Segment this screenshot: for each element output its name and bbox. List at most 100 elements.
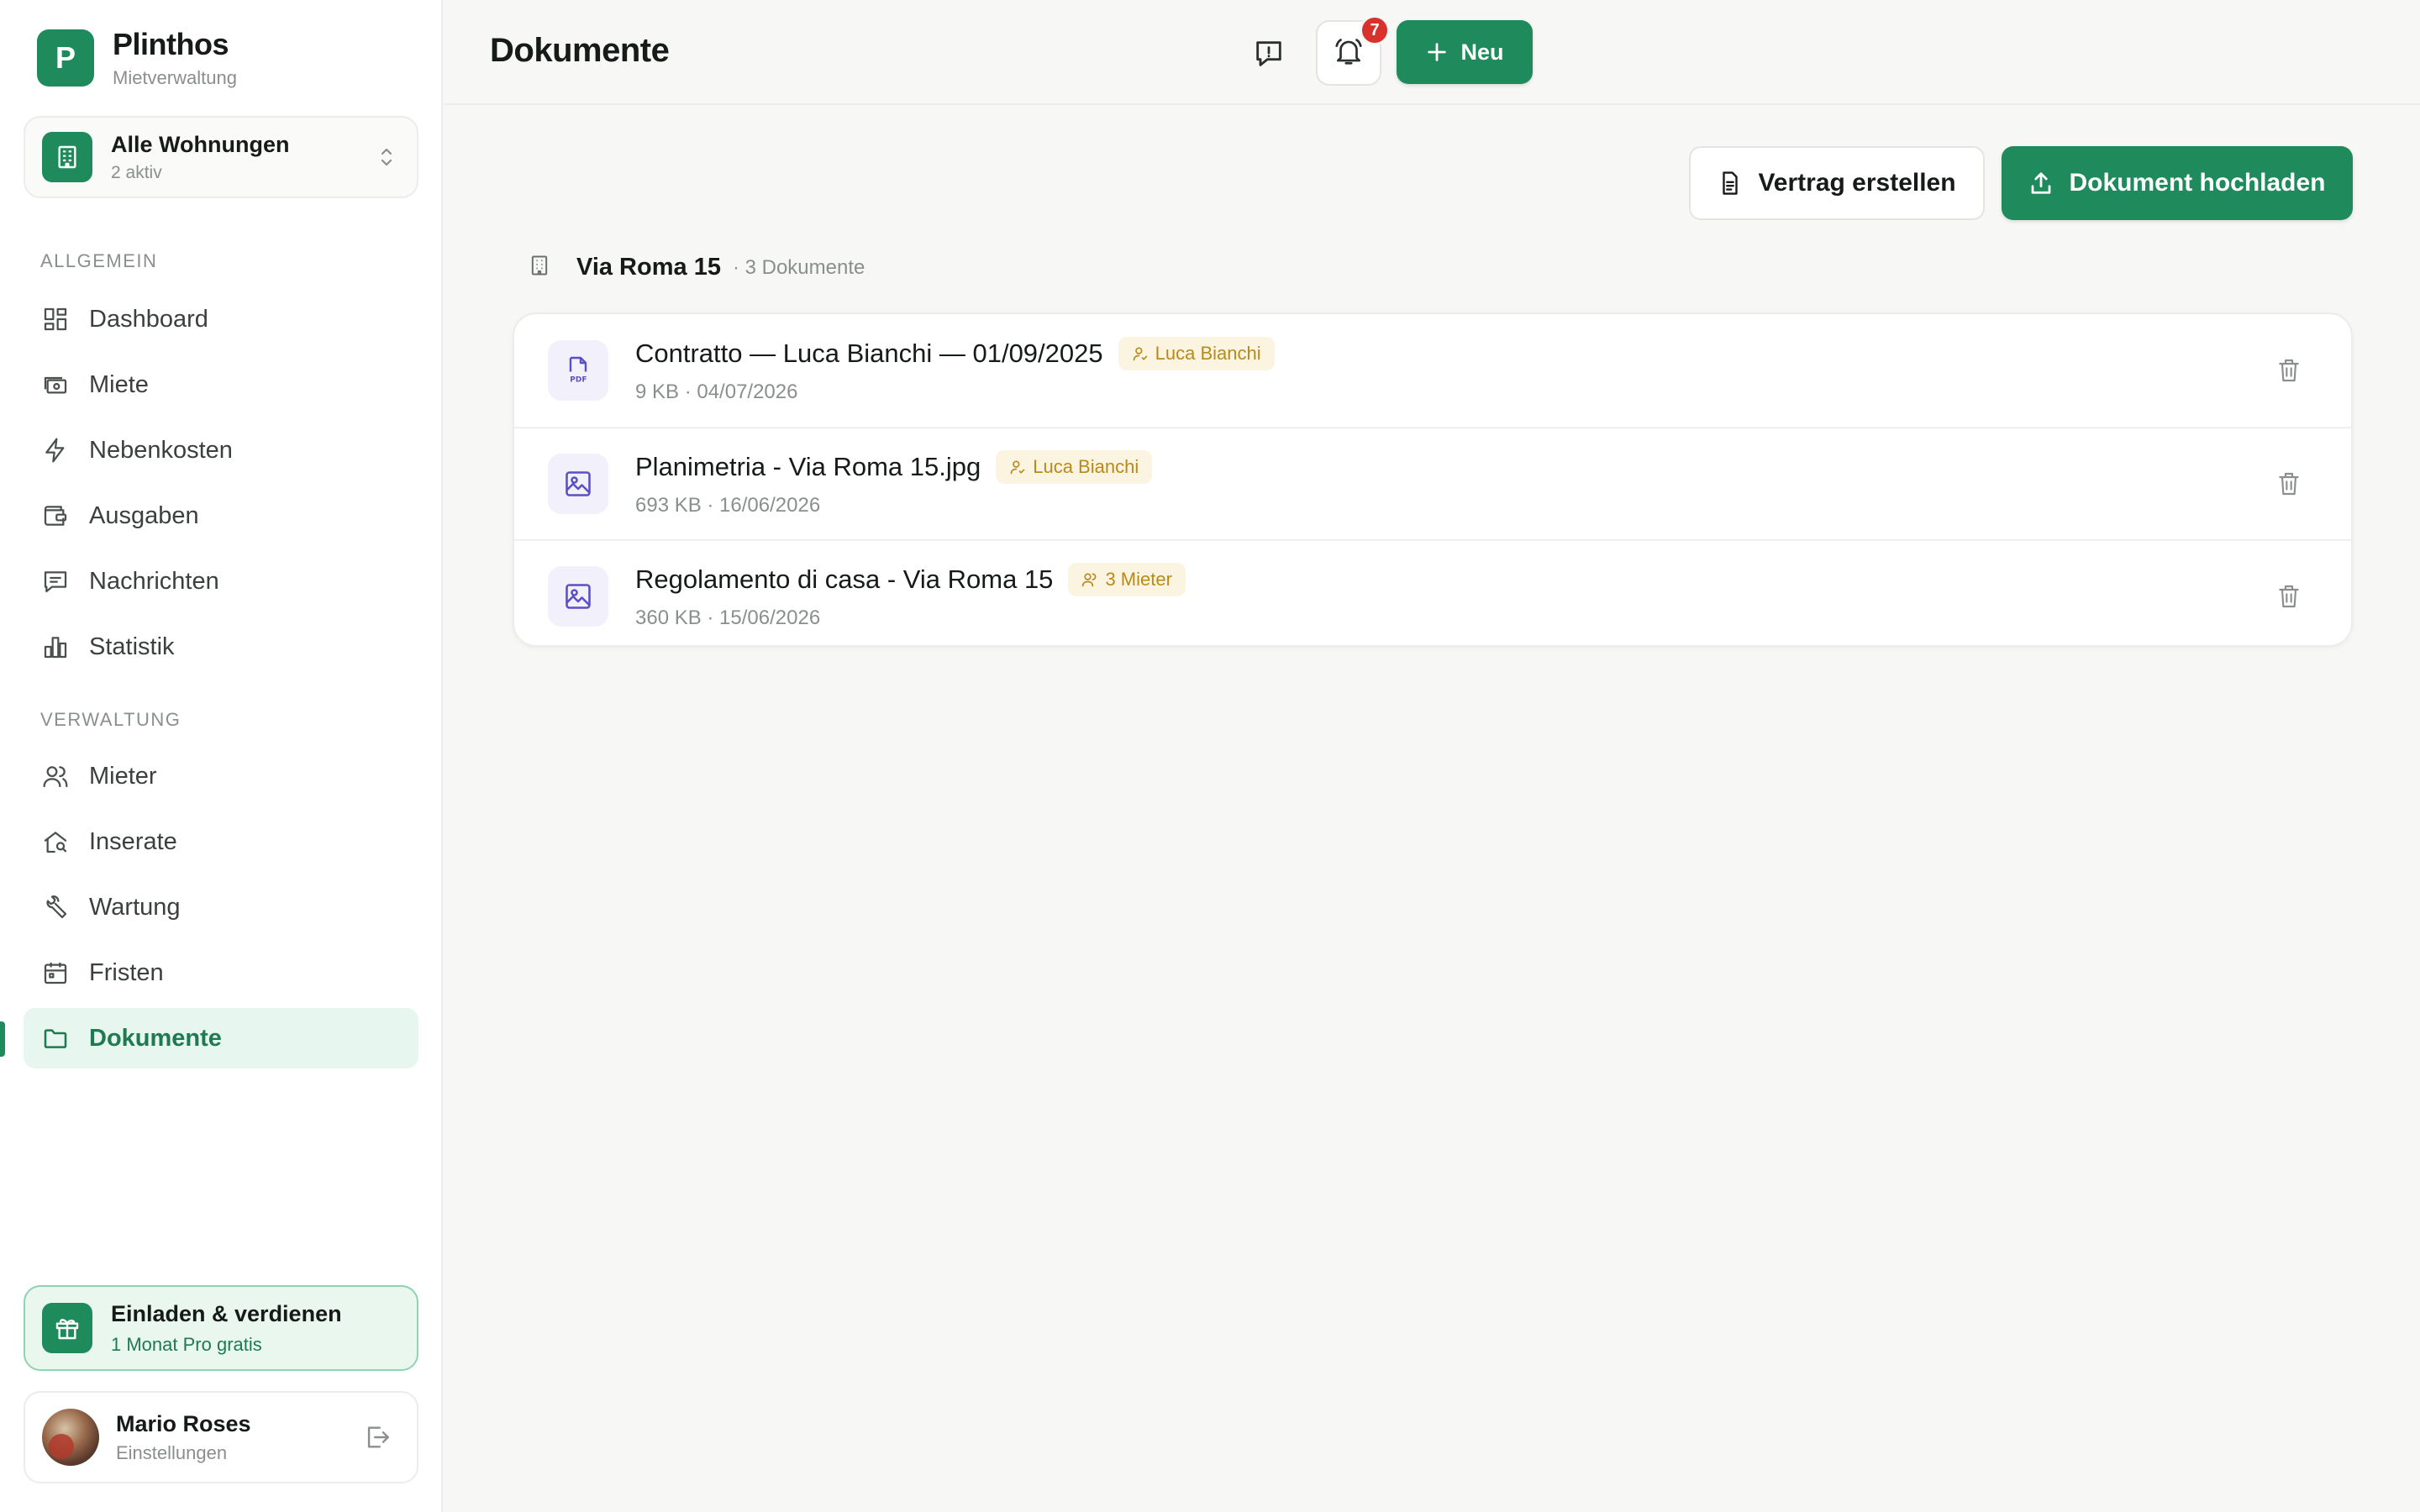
invite-subtitle: 1 Monat Pro gratis <box>111 1333 262 1355</box>
sidebar-item-dashboard[interactable]: Dashboard <box>24 289 418 349</box>
users-icon <box>40 761 71 791</box>
document-meta: 693 KB · 16/06/2026 <box>635 494 821 517</box>
document-name[interactable]: Planimetria - Via Roma 15.jpg <box>635 452 981 482</box>
logout-icon[interactable] <box>363 1423 392 1452</box>
tenant-tag: Luca Bianchi <box>996 450 1153 484</box>
document-row[interactable]: Regolamento di casa - Via Roma 15 3 Miet… <box>514 539 2351 645</box>
trash-icon[interactable] <box>2275 583 2302 610</box>
upload-document-button[interactable]: Dokument hochladen <box>2002 146 2353 220</box>
tenant-tag-label: 3 Mieter <box>1105 569 1172 590</box>
sidebar-item-fristen[interactable]: Fristen <box>24 942 418 1003</box>
trash-icon[interactable] <box>2275 470 2302 497</box>
svg-text:PDF: PDF <box>570 376 587 385</box>
sidebar-item-mieter[interactable]: Mieter <box>24 746 418 806</box>
create-contract-button[interactable]: Vertrag erstellen <box>1689 146 1985 220</box>
document-icon <box>1723 171 1739 195</box>
sidebar-item-ausgaben[interactable]: Ausgaben <box>24 486 418 546</box>
property-switcher[interactable]: Alle Wohnungen 2 aktiv <box>24 116 418 198</box>
section-label-allgemein: ALLGEMEIN <box>40 250 158 271</box>
document-name[interactable]: Contratto — Luca Bianchi — 01/09/2025 <box>635 339 1103 369</box>
sidebar-item-label: Wartung <box>89 893 181 921</box>
wrench-icon <box>40 892 71 922</box>
sidebar-item-dokumente[interactable]: Dokumente <box>24 1008 418 1068</box>
user-name: Mario Roses <box>116 1410 251 1436</box>
tenant-tag-label: Luca Bianchi <box>1033 456 1139 477</box>
tenant-tag-label: Luca Bianchi <box>1155 343 1261 364</box>
upload-document-label: Dokument hochladen <box>2069 169 2326 197</box>
sidebar-item-label: Miete <box>89 370 149 398</box>
page-title: Dokumente <box>490 32 670 69</box>
brand[interactable]: P Plinthos Mietverwaltung <box>37 27 237 89</box>
user-icon <box>1133 347 1147 361</box>
tenant-tag: Luca Bianchi <box>1118 337 1275 370</box>
pdf-file-icon: PDF <box>548 340 608 401</box>
users-icon <box>1082 573 1097 587</box>
brand-logo: P <box>37 29 94 87</box>
document-meta: 9 KB · 04/07/2026 <box>635 381 798 403</box>
property-switcher-title: Alle Wohnungen <box>111 131 290 157</box>
document-meta: 360 KB · 15/06/2026 <box>635 606 821 629</box>
document-row[interactable]: Planimetria - Via Roma 15.jpg Luca Bianc… <box>514 427 2351 539</box>
invite-title: Einladen & verdienen <box>111 1300 342 1326</box>
document-group-header: Via Roma 15 · 3 Dokumente <box>528 254 865 281</box>
sidebar-item-statistik[interactable]: Statistik <box>24 617 418 677</box>
brand-subtitle: Mietverwaltung <box>113 67 237 88</box>
user-card[interactable]: Mario Roses Einstellungen <box>24 1391 418 1483</box>
user-icon <box>1010 460 1025 475</box>
invite-card[interactable]: Einladen & verdienen 1 Monat Pro gratis <box>24 1285 418 1371</box>
group-count: · 3 Dokumente <box>732 255 865 279</box>
building-icon <box>42 132 92 182</box>
chevron-up-down-icon <box>376 144 397 170</box>
gift-icon <box>42 1303 92 1353</box>
create-contract-label: Vertrag erstellen <box>1758 169 1956 197</box>
trash-icon[interactable] <box>2275 357 2302 384</box>
bar-chart-icon <box>40 632 71 662</box>
sidebar-item-wartung[interactable]: Wartung <box>24 877 418 937</box>
tenant-tag: 3 Mieter <box>1068 563 1186 596</box>
wallet-icon <box>40 501 71 531</box>
dashboard-icon <box>40 304 71 334</box>
sidebar-item-label: Dokumente <box>89 1024 222 1052</box>
document-row[interactable]: PDF Contratto — Luca Bianchi — 01/09/202… <box>514 314 2351 427</box>
sidebar-item-label: Fristen <box>89 958 164 986</box>
sidebar-item-label: Inserate <box>89 827 177 855</box>
sidebar-item-inserate[interactable]: Inserate <box>24 811 418 872</box>
sidebar-item-label: Dashboard <box>89 305 208 333</box>
avatar <box>42 1409 99 1466</box>
sidebar-item-label: Mieter <box>89 762 157 790</box>
cash-icon <box>40 370 71 400</box>
image-file-icon <box>548 454 608 514</box>
new-button-label: Neu <box>1460 39 1504 65</box>
building-icon <box>528 254 551 281</box>
sidebar-item-label: Ausgaben <box>89 501 199 529</box>
section-label-verwaltung: VERWALTUNG <box>40 709 182 730</box>
upload-icon <box>2032 172 2051 194</box>
image-file-icon <box>548 566 608 627</box>
bell-icon <box>1333 35 1365 71</box>
group-title: Via Roma 15 <box>576 254 721 281</box>
message-icon <box>40 566 71 596</box>
calendar-icon <box>40 958 71 988</box>
document-list: PDF Contratto — Luca Bianchi — 01/09/202… <box>513 312 2353 647</box>
active-indicator <box>0 1021 5 1057</box>
notification-badge: 7 <box>1360 15 1390 45</box>
feedback-icon[interactable] <box>1247 32 1291 76</box>
property-switcher-subtitle: 2 aktiv <box>111 162 162 182</box>
sidebar-item-label: Statistik <box>89 633 175 660</box>
new-button[interactable]: Neu <box>1397 20 1533 84</box>
brand-name: Plinthos <box>113 27 229 61</box>
lightning-icon <box>40 435 71 465</box>
sidebar-item-nachrichten[interactable]: Nachrichten <box>24 551 418 612</box>
sidebar-item-miete[interactable]: Miete <box>24 354 418 415</box>
sidebar: P Plinthos Mietverwaltung Alle Wohnungen… <box>0 0 443 1512</box>
plus-icon <box>1428 43 1447 61</box>
folder-icon <box>40 1023 71 1053</box>
sidebar-item-nebenkosten[interactable]: Nebenkosten <box>24 420 418 480</box>
document-name[interactable]: Regolamento di casa - Via Roma 15 <box>635 564 1053 595</box>
sidebar-item-label: Nebenkosten <box>89 436 233 464</box>
top-header: Dokumente 7 Neu <box>445 0 2420 105</box>
home-search-icon <box>40 827 71 857</box>
sidebar-item-label: Nachrichten <box>89 567 219 595</box>
notifications-button[interactable]: 7 <box>1316 15 1390 86</box>
user-settings-link[interactable]: Einstellungen <box>116 1442 363 1464</box>
